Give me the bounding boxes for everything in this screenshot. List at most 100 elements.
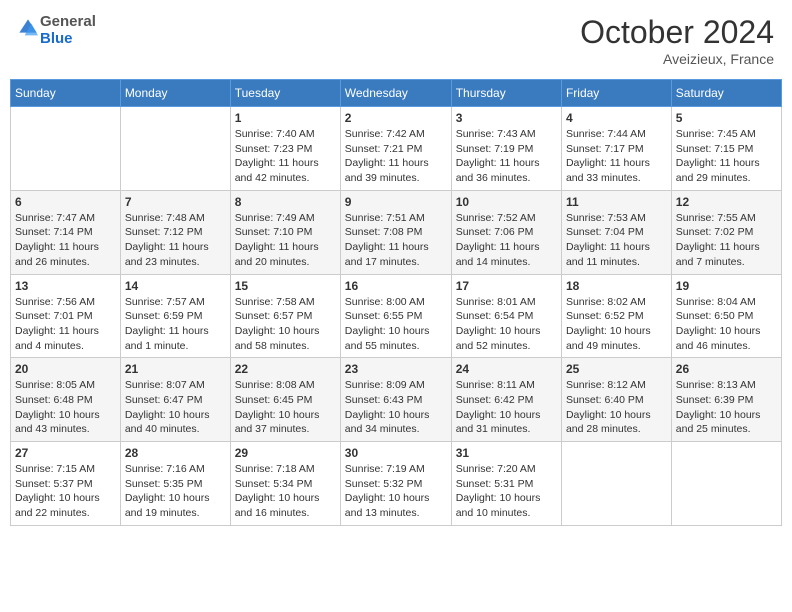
calendar-cell: 12 Sunrise: 7:55 AM Sunset: 7:02 PM Dayli…: [671, 190, 781, 274]
calendar-cell: 10 Sunrise: 7:52 AM Sunset: 7:06 PM Dayli…: [451, 190, 561, 274]
day-number: 16: [345, 279, 447, 293]
day-info: Sunrise: 8:04 AM Sunset: 6:50 PM Dayligh…: [676, 295, 777, 354]
day-info: Sunrise: 7:49 AM Sunset: 7:10 PM Dayligh…: [235, 211, 336, 270]
day-info: Sunrise: 7:18 AM Sunset: 5:34 PM Dayligh…: [235, 462, 336, 521]
day-number: 19: [676, 279, 777, 293]
logo: General Blue: [18, 14, 96, 47]
calendar-cell: 25 Sunrise: 8:12 AM Sunset: 6:40 PM Dayli…: [561, 358, 671, 442]
day-info: Sunrise: 8:09 AM Sunset: 6:43 PM Dayligh…: [345, 378, 447, 437]
logo-line1: General: [40, 14, 96, 31]
day-info: Sunrise: 7:48 AM Sunset: 7:12 PM Dayligh…: [125, 211, 226, 270]
location: Aveizieux, France: [580, 51, 774, 67]
calendar-cell: 1 Sunrise: 7:40 AM Sunset: 7:23 PM Daylig…: [230, 107, 340, 191]
day-info: Sunrise: 7:57 AM Sunset: 6:59 PM Dayligh…: [125, 295, 226, 354]
day-info: Sunrise: 8:05 AM Sunset: 6:48 PM Dayligh…: [15, 378, 116, 437]
calendar-cell: 5Sunrise: 7:45 AM Sunset: 7:15 PM Daylig…: [671, 107, 781, 191]
calendar-cell: 3 Sunrise: 7:43 AM Sunset: 7:19 PM Daylig…: [451, 107, 561, 191]
day-info: Sunrise: 7:40 AM Sunset: 7:23 PM Dayligh…: [235, 127, 336, 186]
day-info: Sunrise: 8:11 AM Sunset: 6:42 PM Dayligh…: [456, 378, 557, 437]
day-number: 10: [456, 195, 557, 209]
calendar-cell: 11Sunrise: 7:53 AM Sunset: 7:04 PM Dayli…: [561, 190, 671, 274]
calendar-cell: 2 Sunrise: 7:42 AM Sunset: 7:21 PM Daylig…: [340, 107, 451, 191]
month-title: October 2024: [580, 14, 774, 51]
calendar-body: 1 Sunrise: 7:40 AM Sunset: 7:23 PM Daylig…: [11, 107, 782, 526]
day-number: 26: [676, 362, 777, 376]
day-info: Sunrise: 7:16 AM Sunset: 5:35 PM Dayligh…: [125, 462, 226, 521]
day-info: Sunrise: 7:44 AM Sunset: 7:17 PM Dayligh…: [566, 127, 667, 186]
calendar-cell: 13 Sunrise: 7:56 AM Sunset: 7:01 PM Dayli…: [11, 274, 121, 358]
page-header: General Blue October 2024 Aveizieux, Fra…: [10, 10, 782, 71]
calendar-cell: 29 Sunrise: 7:18 AM Sunset: 5:34 PM Dayli…: [230, 442, 340, 526]
weekday-header-monday: Monday: [120, 80, 230, 107]
day-number: 8: [235, 195, 336, 209]
day-info: Sunrise: 7:51 AM Sunset: 7:08 PM Dayligh…: [345, 211, 447, 270]
day-number: 2: [345, 111, 447, 125]
day-info: Sunrise: 7:43 AM Sunset: 7:19 PM Dayligh…: [456, 127, 557, 186]
day-number: 22: [235, 362, 336, 376]
calendar-week-3: 13 Sunrise: 7:56 AM Sunset: 7:01 PM Dayli…: [11, 274, 782, 358]
calendar-cell: 17Sunrise: 8:01 AM Sunset: 6:54 PM Dayli…: [451, 274, 561, 358]
logo-icon: [18, 18, 38, 38]
calendar-cell: 7 Sunrise: 7:48 AM Sunset: 7:12 PM Daylig…: [120, 190, 230, 274]
calendar-cell: 21Sunrise: 8:07 AM Sunset: 6:47 PM Dayli…: [120, 358, 230, 442]
calendar-week-1: 1 Sunrise: 7:40 AM Sunset: 7:23 PM Daylig…: [11, 107, 782, 191]
day-info: Sunrise: 7:52 AM Sunset: 7:06 PM Dayligh…: [456, 211, 557, 270]
calendar-cell: 20 Sunrise: 8:05 AM Sunset: 6:48 PM Dayli…: [11, 358, 121, 442]
weekday-header-friday: Friday: [561, 80, 671, 107]
day-number: 5: [676, 111, 777, 125]
weekday-header-wednesday: Wednesday: [340, 80, 451, 107]
day-number: 1: [235, 111, 336, 125]
calendar-cell: 6 Sunrise: 7:47 AM Sunset: 7:14 PM Daylig…: [11, 190, 121, 274]
calendar-week-4: 20 Sunrise: 8:05 AM Sunset: 6:48 PM Dayli…: [11, 358, 782, 442]
day-info: Sunrise: 7:55 AM Sunset: 7:02 PM Dayligh…: [676, 211, 777, 270]
day-number: 14: [125, 279, 226, 293]
day-info: Sunrise: 7:58 AM Sunset: 6:57 PM Dayligh…: [235, 295, 336, 354]
day-info: Sunrise: 7:47 AM Sunset: 7:14 PM Dayligh…: [15, 211, 116, 270]
calendar-cell: 18Sunrise: 8:02 AM Sunset: 6:52 PM Dayli…: [561, 274, 671, 358]
day-info: Sunrise: 7:42 AM Sunset: 7:21 PM Dayligh…: [345, 127, 447, 186]
calendar-cell: [671, 442, 781, 526]
day-number: 24: [456, 362, 557, 376]
day-info: Sunrise: 7:20 AM Sunset: 5:31 PM Dayligh…: [456, 462, 557, 521]
day-info: Sunrise: 8:12 AM Sunset: 6:40 PM Dayligh…: [566, 378, 667, 437]
calendar-cell: 9Sunrise: 7:51 AM Sunset: 7:08 PM Daylig…: [340, 190, 451, 274]
day-info: Sunrise: 7:53 AM Sunset: 7:04 PM Dayligh…: [566, 211, 667, 270]
day-info: Sunrise: 7:15 AM Sunset: 5:37 PM Dayligh…: [15, 462, 116, 521]
day-number: 3: [456, 111, 557, 125]
weekday-header-saturday: Saturday: [671, 80, 781, 107]
calendar-cell: [11, 107, 121, 191]
calendar-cell: 31 Sunrise: 7:20 AM Sunset: 5:31 PM Dayli…: [451, 442, 561, 526]
day-number: 28: [125, 446, 226, 460]
day-number: 7: [125, 195, 226, 209]
calendar-cell: 28 Sunrise: 7:16 AM Sunset: 5:35 PM Dayli…: [120, 442, 230, 526]
day-number: 29: [235, 446, 336, 460]
day-info: Sunrise: 7:56 AM Sunset: 7:01 PM Dayligh…: [15, 295, 116, 354]
calendar-cell: 14 Sunrise: 7:57 AM Sunset: 6:59 PM Dayli…: [120, 274, 230, 358]
day-info: Sunrise: 8:00 AM Sunset: 6:55 PM Dayligh…: [345, 295, 447, 354]
calendar-cell: [120, 107, 230, 191]
calendar-cell: 27Sunrise: 7:15 AM Sunset: 5:37 PM Dayli…: [11, 442, 121, 526]
day-number: 6: [15, 195, 116, 209]
calendar-cell: 23 Sunrise: 8:09 AM Sunset: 6:43 PM Dayli…: [340, 358, 451, 442]
day-info: Sunrise: 7:19 AM Sunset: 5:32 PM Dayligh…: [345, 462, 447, 521]
day-number: 31: [456, 446, 557, 460]
day-info: Sunrise: 8:07 AM Sunset: 6:47 PM Dayligh…: [125, 378, 226, 437]
day-info: Sunrise: 8:13 AM Sunset: 6:39 PM Dayligh…: [676, 378, 777, 437]
calendar-cell: 8 Sunrise: 7:49 AM Sunset: 7:10 PM Daylig…: [230, 190, 340, 274]
day-number: 20: [15, 362, 116, 376]
weekday-header-row: SundayMondayTuesdayWednesdayThursdayFrid…: [11, 80, 782, 107]
calendar-table: SundayMondayTuesdayWednesdayThursdayFrid…: [10, 79, 782, 526]
calendar-cell: 22Sunrise: 8:08 AM Sunset: 6:45 PM Dayli…: [230, 358, 340, 442]
title-block: October 2024 Aveizieux, France: [580, 14, 774, 67]
day-number: 18: [566, 279, 667, 293]
day-number: 12: [676, 195, 777, 209]
calendar-cell: [561, 442, 671, 526]
calendar-cell: 4Sunrise: 7:44 AM Sunset: 7:17 PM Daylig…: [561, 107, 671, 191]
day-info: Sunrise: 8:01 AM Sunset: 6:54 PM Dayligh…: [456, 295, 557, 354]
calendar-cell: 26 Sunrise: 8:13 AM Sunset: 6:39 PM Dayli…: [671, 358, 781, 442]
day-number: 23: [345, 362, 447, 376]
day-number: 13: [15, 279, 116, 293]
calendar-cell: 19 Sunrise: 8:04 AM Sunset: 6:50 PM Dayli…: [671, 274, 781, 358]
day-number: 30: [345, 446, 447, 460]
day-number: 25: [566, 362, 667, 376]
